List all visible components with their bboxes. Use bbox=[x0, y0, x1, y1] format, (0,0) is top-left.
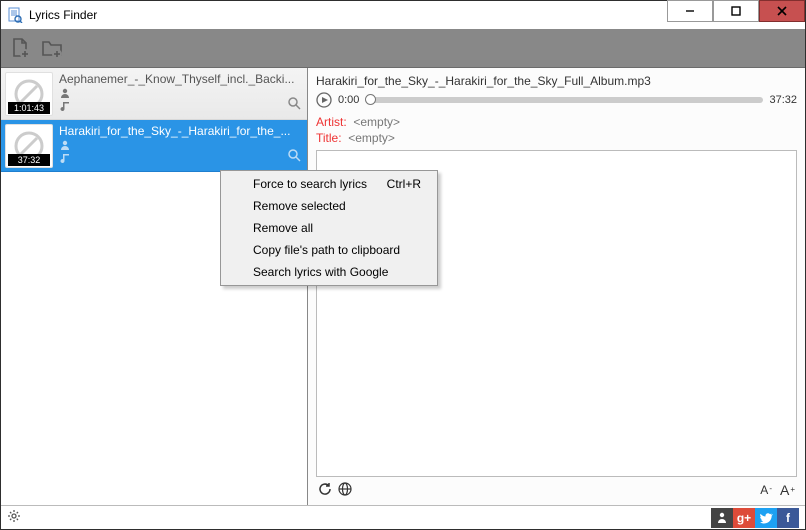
now-playing-file: Harakiri_for_the_Sky_-_Harakiri_for_the_… bbox=[314, 72, 799, 90]
artist-value: <empty> bbox=[353, 115, 400, 129]
ctx-label: Remove all bbox=[253, 221, 313, 235]
details-footer: A- A+ bbox=[314, 479, 799, 501]
ctx-label: Search lyrics with Google bbox=[253, 265, 388, 279]
person-icon bbox=[59, 139, 71, 151]
title-label: Title: bbox=[316, 131, 342, 145]
social-twitter-icon[interactable] bbox=[755, 508, 777, 528]
ctx-copy-path[interactable]: Copy file's path to clipboard bbox=[223, 239, 435, 261]
social-google-plus-icon[interactable]: g+ bbox=[733, 508, 755, 528]
track-name: Aephanemer_-_Know_Thyself_incl._Backi... bbox=[59, 72, 303, 86]
track-thumbnail: 1:01:43 bbox=[5, 72, 53, 116]
track-thumbnail: 37:32 bbox=[5, 124, 53, 168]
track-row[interactable]: 37:32 Harakiri_for_the_Sky_-_Harakiri_fo… bbox=[1, 120, 307, 172]
settings-icon[interactable] bbox=[7, 509, 21, 526]
main-area: 1:01:43 Aephanemer_-_Know_Thyself_incl._… bbox=[1, 67, 805, 505]
title-line: Title: <empty> bbox=[314, 130, 799, 146]
track-name: Harakiri_for_the_Sky_-_Harakiri_for_the_… bbox=[59, 124, 303, 138]
close-button[interactable] bbox=[759, 0, 805, 22]
track-duration-badge: 37:32 bbox=[8, 154, 50, 166]
track-row[interactable]: 1:01:43 Aephanemer_-_Know_Thyself_incl._… bbox=[1, 68, 307, 120]
ctx-label: Force to search lyrics bbox=[253, 177, 367, 191]
track-search-icon[interactable] bbox=[287, 148, 301, 165]
social-links: g+ f bbox=[711, 508, 799, 528]
window-buttons bbox=[667, 1, 805, 29]
maximize-button[interactable] bbox=[713, 0, 759, 22]
ctx-label: Remove selected bbox=[253, 199, 346, 213]
ctx-force-search[interactable]: Force to search lyrics Ctrl+R bbox=[223, 173, 435, 195]
music-note-icon bbox=[59, 152, 71, 164]
music-note-icon bbox=[59, 100, 71, 112]
ctx-remove-all[interactable]: Remove all bbox=[223, 217, 435, 239]
track-search-icon[interactable] bbox=[287, 96, 301, 113]
add-folder-button[interactable] bbox=[39, 35, 65, 61]
add-file-button[interactable] bbox=[7, 35, 33, 61]
person-icon bbox=[59, 87, 71, 99]
minimize-button[interactable] bbox=[667, 0, 713, 22]
social-musixmatch-icon[interactable] bbox=[711, 508, 733, 528]
artist-line: Artist: <empty> bbox=[314, 114, 799, 130]
ctx-search-google[interactable]: Search lyrics with Google bbox=[223, 261, 435, 283]
title-value: <empty> bbox=[348, 131, 395, 145]
font-smaller-button[interactable]: A- bbox=[760, 483, 772, 497]
app-window: Lyrics Finder 1:01:43 Aephanemer_ bbox=[0, 0, 806, 530]
globe-icon[interactable] bbox=[338, 482, 352, 499]
track-duration-badge: 1:01:43 bbox=[8, 102, 50, 114]
status-bar: g+ f bbox=[1, 505, 805, 529]
ctx-label: Copy file's path to clipboard bbox=[253, 243, 400, 257]
play-button[interactable] bbox=[316, 92, 332, 108]
seek-bar[interactable] bbox=[365, 97, 763, 103]
app-title: Lyrics Finder bbox=[29, 8, 667, 22]
refresh-icon[interactable] bbox=[318, 482, 332, 499]
position-time: 0:00 bbox=[338, 94, 359, 106]
font-larger-button[interactable]: A+ bbox=[780, 482, 795, 498]
toolbar bbox=[1, 29, 805, 67]
social-facebook-icon[interactable]: f bbox=[777, 508, 799, 528]
titlebar[interactable]: Lyrics Finder bbox=[1, 1, 805, 29]
ctx-remove-selected[interactable]: Remove selected bbox=[223, 195, 435, 217]
details-pane: Harakiri_for_the_Sky_-_Harakiri_for_the_… bbox=[307, 68, 805, 505]
duration-time: 37:32 bbox=[769, 94, 797, 106]
seek-knob[interactable] bbox=[365, 94, 376, 105]
ctx-shortcut: Ctrl+R bbox=[387, 177, 421, 191]
track-list: 1:01:43 Aephanemer_-_Know_Thyself_incl._… bbox=[1, 68, 307, 505]
artist-label: Artist: bbox=[316, 115, 347, 129]
context-menu: Force to search lyrics Ctrl+R Remove sel… bbox=[220, 170, 438, 286]
player-controls: 0:00 37:32 bbox=[314, 90, 799, 114]
app-icon bbox=[7, 7, 23, 23]
